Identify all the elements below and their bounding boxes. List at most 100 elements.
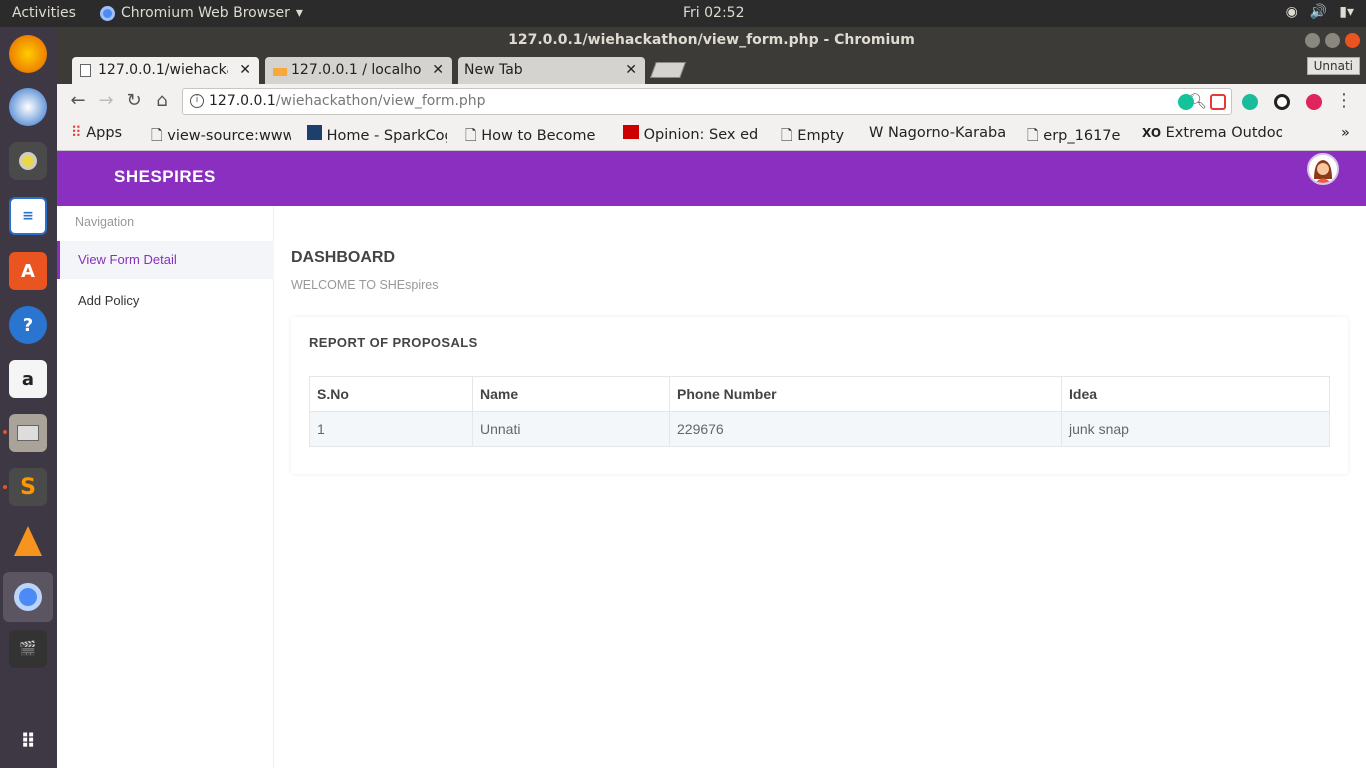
xo-icon: XO [1142, 126, 1162, 140]
close-tab-icon[interactable]: ✕ [239, 57, 251, 84]
bookmark-wikipedia[interactable]: W Nagorno-Karaba [869, 125, 1009, 141]
main-content: DASHBOARD WELCOME TO SHEspires REPORT OF… [275, 206, 1366, 768]
vlc-icon[interactable] [9, 522, 47, 560]
site-header: SHESPIRES [57, 151, 1366, 206]
page-icon: 🗋 [1027, 128, 1039, 144]
sparkcog-icon [307, 125, 322, 140]
forward-icon[interactable]: → [95, 90, 117, 112]
tab-label: 127.0.0.1 / localhost [291, 62, 421, 78]
ubuntu-top-bar: Activities Chromium Web Browser ▾ Fri 02:… [0, 0, 1366, 27]
rhythmbox-icon[interactable] [9, 142, 47, 180]
tab-new-tab[interactable]: New Tab ✕ [458, 57, 645, 84]
close-window-icon[interactable] [1345, 33, 1360, 48]
page-icon: 🗋 [781, 128, 793, 144]
url-host: 127.0.0.1 [209, 93, 276, 109]
extension-ring-icon[interactable] [1274, 94, 1290, 110]
column-header-sno: S.No [309, 376, 473, 412]
libreoffice-writer-icon[interactable]: ≡ [9, 197, 47, 235]
page-icon: 🗋 [465, 128, 477, 144]
cell-name: Unnati [472, 411, 670, 447]
column-header-name: Name [472, 376, 670, 412]
chromium-icon [100, 5, 115, 21]
address-bar[interactable]: i 127.0.0.1/wiehackathon/view_form.php 🔍… [182, 88, 1232, 115]
new-tab-button[interactable] [650, 62, 686, 78]
files-icon[interactable] [9, 414, 47, 452]
report-card: REPORT OF PROPOSALS S.No Name Phone Numb… [291, 317, 1348, 474]
bookmark-sparkcog[interactable]: Home - SparkCog [307, 125, 447, 144]
tab-phpmyadmin[interactable]: 127.0.0.1 / localhost ✕ [265, 57, 452, 84]
bookmark-label: How to Become [481, 128, 596, 144]
bookmarks-overflow-icon[interactable]: » [1341, 125, 1350, 141]
bookmark-how-to-become[interactable]: 🗋 How to Become [465, 125, 605, 150]
column-header-phone: Phone Number [669, 376, 1062, 412]
close-tab-icon[interactable]: ✕ [625, 57, 637, 84]
site-info-icon[interactable]: i [190, 94, 204, 108]
maximize-icon[interactable] [1325, 33, 1340, 48]
mercury-icon[interactable] [1242, 94, 1258, 110]
bookmark-label: view-source:www [167, 128, 291, 144]
help-icon[interactable]: ? [9, 306, 47, 344]
sidebar-item-add-policy[interactable]: Add Policy [57, 282, 274, 320]
bookmarks-bar: ⠿ Apps 🗋 view-source:www Home - SparkCog… [57, 119, 1366, 151]
bookmark-empty[interactable]: 🗋 Empty [781, 125, 844, 150]
cnn-icon [623, 125, 639, 139]
wikipedia-icon: W [869, 125, 884, 141]
bookmark-label: Opinion: Sex ed [643, 127, 759, 143]
window-title: 127.0.0.1/wiehackathon/view_form.php - C… [508, 32, 915, 48]
bookmark-label: erp_1617e [1043, 128, 1121, 144]
software-center-icon[interactable]: A [9, 252, 47, 290]
cell-idea: junk snap [1061, 411, 1330, 447]
tab-view-form[interactable]: 127.0.0.1/wiehackathon/view_form.php ✕ [72, 57, 259, 84]
launcher-dock: ≡ A ? a S 🎬 ⠿ [0, 27, 57, 768]
firefox-icon[interactable] [9, 35, 47, 73]
user-avatar[interactable] [1307, 153, 1339, 185]
bookmark-apps[interactable]: ⠿ Apps [71, 125, 122, 141]
sidebar-item-label: View Form Detail [78, 252, 177, 267]
bookmark-view-source[interactable]: 🗋 view-source:www [151, 125, 291, 150]
extension-icon[interactable] [1210, 94, 1226, 110]
thunderbird-icon[interactable] [9, 88, 47, 126]
page-icon: 🗋 [151, 128, 163, 144]
tab-label: 127.0.0.1/wiehackathon/view_form.php [98, 62, 228, 78]
home-icon[interactable]: ⌂ [151, 90, 173, 112]
system-tray[interactable]: ◉ 🔊 ▮▾ [1286, 4, 1354, 20]
menu-kebab-icon[interactable]: ⋮ [1333, 90, 1355, 112]
app-menu-label: Chromium Web Browser [121, 5, 290, 21]
sublime-text-icon[interactable]: S [9, 468, 47, 506]
tab-strip: 127.0.0.1/wiehackathon/view_form.php ✕ 1… [57, 54, 1366, 84]
close-tab-icon[interactable]: ✕ [432, 57, 444, 84]
sidebar-item-view-form-detail[interactable]: View Form Detail [57, 241, 274, 279]
bookmark-erp[interactable]: 🗋 erp_1617e [1027, 125, 1120, 150]
sidebar: Navigation View Form Detail Add Policy [57, 206, 274, 768]
volume-icon: 🔊 [1309, 4, 1328, 20]
tab-label: New Tab [464, 62, 523, 78]
card-title: REPORT OF PROPOSALS [309, 335, 478, 350]
page-title: DASHBOARD [291, 249, 395, 266]
page-icon [80, 64, 91, 77]
pocket-icon[interactable] [1306, 94, 1322, 110]
cell-sno: 1 [309, 411, 473, 447]
apps-grid-icon: ⠿ [71, 125, 82, 141]
chromium-dock-icon[interactable] [3, 572, 53, 622]
bookmark-label: Apps [86, 125, 123, 141]
minimize-icon[interactable] [1305, 33, 1320, 48]
bookmark-label: Nagorno-Karaba [887, 125, 1007, 141]
reload-icon[interactable]: ↻ [123, 90, 145, 112]
profile-button[interactable]: Unnati [1306, 57, 1360, 75]
video-editor-icon[interactable]: 🎬 [9, 630, 47, 668]
bookmark-cnn-opinion[interactable]: Opinion: Sex ed [623, 125, 763, 143]
wifi-icon: ◉ [1285, 4, 1298, 20]
bookmark-extrema[interactable]: XO Extrema Outdoo [1142, 125, 1282, 141]
chevron-down-icon: ▾ [295, 5, 303, 21]
page-subtitle: WELCOME TO SHEspires [291, 278, 439, 292]
brand-logo[interactable]: SHESPIRES [114, 167, 216, 187]
show-apps-icon[interactable]: ⠿ [9, 722, 47, 760]
cell-phone: 229676 [669, 411, 1062, 447]
clock[interactable]: Fri 02:52 [683, 5, 744, 21]
browser-toolbar: ← → ↻ ⌂ i 127.0.0.1/wiehackathon/view_fo… [57, 84, 1366, 119]
grammarly-icon[interactable] [1178, 94, 1194, 110]
back-icon[interactable]: ← [67, 90, 89, 112]
app-menu[interactable]: Chromium Web Browser ▾ [100, 5, 303, 21]
amazon-icon[interactable]: a [9, 360, 47, 398]
activities-button[interactable]: Activities [12, 5, 76, 21]
